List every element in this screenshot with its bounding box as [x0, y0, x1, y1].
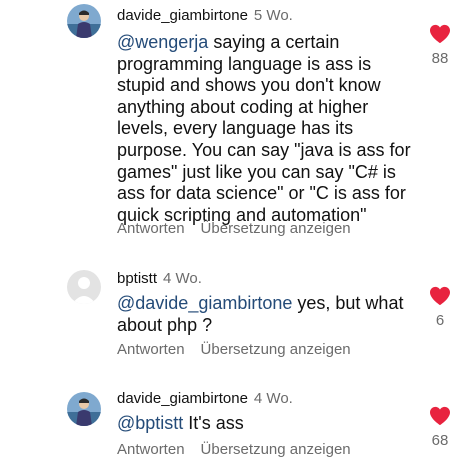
heart-icon[interactable]	[429, 24, 451, 44]
username[interactable]: davide_giambirtone	[117, 7, 248, 24]
comment-text: @bptistt It's ass	[117, 413, 417, 435]
comment-body: saying a certain programming language is…	[117, 32, 411, 225]
avatar[interactable]	[67, 4, 101, 38]
translate-button[interactable]: Übersetzung anzeigen	[201, 341, 351, 358]
reply-button[interactable]: Antworten	[117, 441, 185, 458]
translate-button[interactable]: Übersetzung anzeigen	[201, 441, 351, 458]
avatar-photo-icon	[67, 4, 101, 38]
heart-icon[interactable]	[429, 286, 451, 306]
comment-text: @davide_giambirtone yes, but what about …	[117, 293, 417, 336]
username[interactable]: davide_giambirtone	[117, 390, 248, 407]
like-control: 68	[425, 406, 455, 450]
comment-actions: Antworten Übersetzung anzeigen	[117, 441, 351, 459]
translate-button[interactable]: Übersetzung anzeigen	[201, 220, 351, 237]
default-avatar-icon	[67, 270, 101, 304]
comment-text: @wengerja saying a certain programming l…	[117, 32, 417, 226]
comment-meta: davide_giambirtone 4 Wo.	[117, 390, 293, 408]
timestamp: 5 Wo.	[253, 7, 293, 24]
comment-actions: Antworten Übersetzung anzeigen	[117, 341, 351, 359]
like-count: 68	[431, 432, 449, 449]
timestamp: 4 Wo.	[253, 390, 293, 407]
mention-link[interactable]: @wengerja	[117, 32, 208, 52]
like-count: 6	[435, 312, 445, 329]
heart-icon[interactable]	[429, 406, 451, 426]
comment-meta: davide_giambirtone 5 Wo.	[117, 7, 293, 25]
mention-link[interactable]: @davide_giambirtone	[117, 293, 292, 313]
mention-link[interactable]: @bptistt	[117, 413, 183, 433]
comment-actions: Antworten Übersetzung anzeigen	[117, 220, 351, 238]
reply-button[interactable]: Antworten	[117, 341, 185, 358]
username[interactable]: bptistt	[117, 270, 157, 287]
timestamp: 4 Wo.	[163, 270, 202, 287]
avatar[interactable]	[67, 270, 101, 304]
like-control: 6	[425, 286, 455, 330]
like-count: 88	[431, 50, 449, 67]
like-control: 88	[425, 24, 455, 68]
avatar[interactable]	[67, 392, 101, 426]
comment-body: It's ass	[183, 413, 244, 433]
comment-meta: bptistt 4 Wo.	[117, 270, 202, 288]
avatar-photo-icon	[67, 392, 101, 426]
reply-button[interactable]: Antworten	[117, 220, 185, 237]
